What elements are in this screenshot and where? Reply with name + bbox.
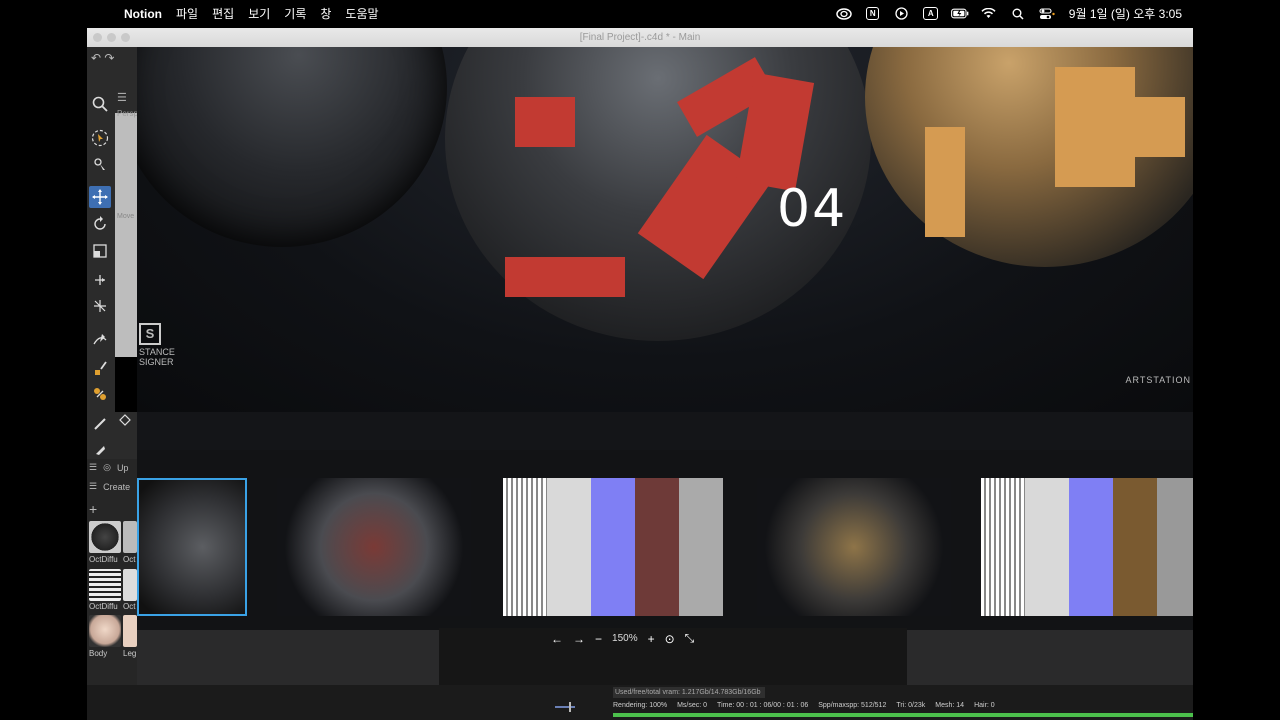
next-arrow-icon[interactable]: → — [573, 632, 585, 646]
control-center-icon[interactable] — [1038, 7, 1056, 21]
thumbnail-texture-map[interactable] — [503, 478, 723, 616]
menu-history[interactable]: 기록 — [284, 5, 306, 22]
tri-count: Tri: 0/23k — [896, 702, 926, 709]
spline-pen-icon[interactable] — [89, 329, 111, 351]
wifi-icon[interactable] — [980, 7, 998, 21]
material-check-icon[interactable]: ◎ — [103, 462, 111, 473]
sphere-left — [137, 47, 447, 247]
hair-count: Hair: 0 — [974, 702, 995, 709]
zoom-out-icon[interactable]: − — [595, 632, 602, 646]
c4d-window: [Final Project]-.c4d * - Main ↶ ↷ ☰ Pers… — [87, 28, 1193, 720]
render-time: Time: 00 : 01 : 06/00 : 01 : 06 — [717, 702, 809, 709]
create-menu-icon[interactable]: ☰ — [89, 481, 97, 492]
rotate-tool-icon[interactable] — [89, 213, 111, 235]
move-tool-icon[interactable] — [89, 186, 111, 208]
scale-tool-icon[interactable] — [89, 240, 111, 262]
magnify-icon[interactable] — [89, 93, 111, 115]
hero-number: 04 — [777, 179, 848, 239]
viewer-divider — [137, 412, 1193, 450]
tweak-icon[interactable] — [89, 153, 111, 175]
point-mode-icon[interactable] — [115, 409, 135, 431]
move-label: Move — [117, 213, 135, 220]
vram-usage: Used/free/total vram: 1.217Gb/14.783Gb/1… — [613, 687, 765, 698]
material-thumb[interactable] — [89, 569, 121, 601]
render-stats: Rendering: 100% Ms/sec: 0 Time: 00 : 01 … — [613, 702, 995, 709]
create-menu[interactable]: Create — [103, 482, 130, 492]
material-name: OctDiffu — [89, 602, 118, 611]
sphere-right — [865, 47, 1193, 267]
add-material-icon[interactable]: + — [89, 501, 97, 517]
thumbnail-selected[interactable] — [137, 478, 247, 616]
window-controls — [93, 33, 130, 42]
material-update-label: Up — [116, 462, 129, 473]
thumbnail[interactable] — [277, 478, 471, 616]
thumbnail[interactable] — [757, 478, 951, 616]
timeline-slider[interactable] — [555, 702, 575, 712]
menu-edit[interactable]: 편집 — [212, 5, 234, 22]
material-manager: ☰ ◎ Up ☰ Create + OctDiffu Oct OctDiffu … — [87, 459, 137, 720]
paint-icon[interactable] — [89, 357, 111, 379]
material-name: Oct — [123, 602, 136, 611]
creative-cloud-icon[interactable] — [835, 7, 853, 21]
battery-icon[interactable] — [950, 7, 969, 21]
menu-bar: Notion 파일 편집 보기 기록 창 도움말 N A 9월 1일 (일) 오… — [0, 0, 1280, 27]
material-thumb[interactable] — [123, 615, 137, 647]
search-icon[interactable] — [1009, 7, 1027, 21]
rendering-percent: Rendering: 100% — [613, 702, 668, 709]
material-name: Leg — [123, 649, 137, 658]
minimize-window-button[interactable] — [107, 33, 116, 42]
zoom-in-icon[interactable]: + — [648, 632, 655, 646]
mesh-count: Mesh: 14 — [935, 702, 965, 709]
material-name: OctDiffu — [89, 555, 118, 564]
spp: Spp/maxspp: 512/512 — [818, 702, 887, 709]
generator-icon[interactable] — [89, 383, 111, 405]
ms-per-sec: Ms/sec: 0 — [677, 702, 708, 709]
exit-fullscreen-icon[interactable]: ⤡ — [685, 631, 695, 646]
material-thumb[interactable] — [89, 521, 121, 553]
hero-image: 04 S STANCE SIGNER ARTSTATION — [137, 47, 1193, 412]
play-icon[interactable] — [893, 7, 911, 21]
previous-arrow-icon[interactable]: ← — [551, 632, 563, 646]
left-toolbar: ↶ ↷ ☰ Perspe Move — [87, 47, 142, 487]
sculpt-icon[interactable] — [89, 439, 111, 461]
coordinates-tool-icon[interactable] — [89, 295, 111, 317]
select-live-icon[interactable] — [89, 127, 111, 149]
input-source-icon[interactable]: A — [922, 7, 940, 21]
material-menu-icon[interactable]: ☰ — [89, 462, 97, 473]
zoom-window-button[interactable] — [121, 33, 130, 42]
app-name-menu[interactable]: Notion — [124, 7, 162, 21]
window-titlebar: [Final Project]-.c4d * - Main — [87, 28, 1193, 47]
menu-view[interactable]: 보기 — [248, 5, 270, 22]
material-toolbar: ☰ ◎ Up — [89, 462, 128, 473]
material-name: Oct — [123, 555, 136, 564]
render-progress-fill — [613, 713, 1193, 717]
viewer-controls: ← → − 150% + ⊙ ⤡ — [551, 631, 694, 646]
viewport-side-strip — [115, 113, 137, 412]
window-title: [Final Project]-.c4d * - Main — [579, 32, 701, 43]
material-thumb[interactable] — [89, 615, 121, 647]
material-name: Body — [89, 649, 108, 658]
brush-icon[interactable] — [89, 413, 111, 435]
notion-icon[interactable]: N — [864, 7, 882, 21]
undo-redo-icons[interactable]: ↶ ↷ — [91, 51, 114, 65]
menu-bar-clock[interactable]: 9월 1일 (일) 오후 3:05 — [1069, 5, 1182, 22]
zoom-reset-icon[interactable]: ⊙ — [665, 632, 675, 646]
transform-tool-icon[interactable] — [89, 269, 111, 291]
render-progress-bar — [613, 713, 1193, 717]
artstation-logo: ARTSTATION — [1125, 375, 1191, 385]
material-thumb[interactable] — [123, 569, 137, 601]
close-window-button[interactable] — [93, 33, 102, 42]
render-status-bar: Used/free/total vram: 1.217Gb/14.783Gb/1… — [87, 685, 1193, 720]
thumbnail-texture-map[interactable] — [981, 478, 1193, 616]
material-create-row: ☰ Create — [89, 481, 130, 492]
menu-help[interactable]: 도움말 — [345, 5, 378, 22]
hamburger-menu-icon[interactable]: ☰ — [117, 91, 127, 104]
zoom-level: 150% — [612, 633, 638, 644]
substance-designer-logo: S STANCE SIGNER — [139, 323, 175, 367]
image-viewer: 04 S STANCE SIGNER ARTSTATION — [137, 47, 1193, 700]
thumbnail-strip — [137, 450, 1193, 630]
menu-file[interactable]: 파일 — [176, 5, 198, 22]
material-thumb[interactable] — [123, 521, 137, 553]
menu-window[interactable]: 창 — [320, 5, 331, 22]
